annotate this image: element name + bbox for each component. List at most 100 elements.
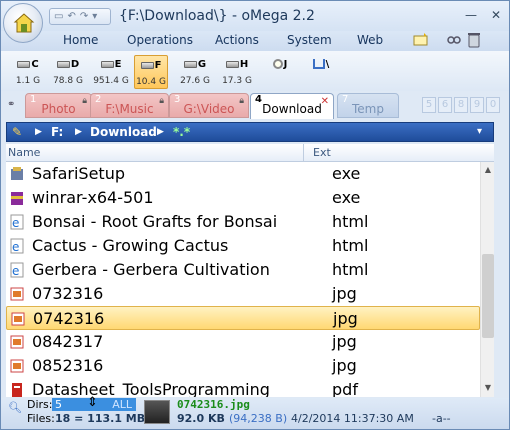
tab-temp[interactable]: 7 Temp <box>337 93 399 118</box>
path-drive[interactable]: F: <box>51 125 63 139</box>
selected-file-bytes: (94,238 B) <box>229 412 288 425</box>
dropdown-icon[interactable]: ▾ <box>92 11 97 22</box>
drive-h[interactable]: H 17.3 G <box>220 55 254 89</box>
chevron-down-icon[interactable]: ▾ <box>477 126 482 137</box>
drive-size: 78.8 G <box>53 76 83 86</box>
archive-icon <box>11 192 23 205</box>
drive-j[interactable]: J <box>263 55 297 89</box>
tab-photo[interactable]: 1 🔒︎ Photo <box>25 93 92 118</box>
edit-path-icon[interactable]: ✎ <box>12 125 22 139</box>
list-item[interactable]: 0732316 jpg <box>6 282 480 306</box>
select-all-label[interactable]: ALL <box>112 398 132 411</box>
image-icon <box>10 359 24 373</box>
scroll-down-icon[interactable]: ▼ <box>481 382 495 394</box>
drive-size: 27.6 G <box>180 76 210 86</box>
chevron-right-icon: ▶ <box>35 127 42 137</box>
menu-actions[interactable]: Actions <box>215 33 259 47</box>
network-icon <box>312 59 325 69</box>
tab-slot[interactable]: 5 <box>422 97 436 113</box>
tab-slot[interactable]: 0 <box>486 97 500 113</box>
hard-drive-icon <box>140 61 154 69</box>
list-item[interactable]: Datasheet_ToolsProgramming pdf <box>6 378 480 397</box>
list-item[interactable]: e Bonsai - Root Grafts for Bonsai html <box>6 210 480 234</box>
hard-drive-icon <box>17 60 31 68</box>
drive-c[interactable]: C 1.1 G <box>11 55 45 89</box>
file-name: Gerbera - Gerbera Cultivation <box>32 260 270 279</box>
installer-icon <box>11 167 23 180</box>
scroll-up-icon[interactable]: ▲ <box>481 164 495 176</box>
optical-drive-icon <box>272 59 283 69</box>
file-ext: jpg <box>332 332 357 351</box>
file-name: 0842317 <box>32 332 104 351</box>
search-icon[interactable]: 🔍︎ <box>8 401 22 414</box>
drive-g[interactable]: G 27.6 G <box>178 55 212 89</box>
column-ext[interactable]: Ext <box>313 146 331 159</box>
recycle-bin-icon[interactable] <box>467 31 481 49</box>
drive-size: 10.4 G <box>136 77 166 87</box>
list-item[interactable]: 0852316 jpg <box>6 354 480 378</box>
column-divider[interactable] <box>303 144 304 161</box>
hard-drive-icon <box>56 60 70 68</box>
pdf-icon <box>12 383 22 397</box>
svg-text:e: e <box>12 240 19 254</box>
menu-operations[interactable]: Operations <box>127 33 193 47</box>
list-item[interactable]: 0842317 jpg <box>6 330 480 354</box>
drive-letter: \ <box>325 58 330 70</box>
hard-drive-icon <box>183 60 197 68</box>
file-ext: jpg <box>332 284 357 303</box>
selected-file-size: 92.0 KB <box>177 412 225 425</box>
tab-slot[interactable]: 6 <box>438 97 452 113</box>
menu-web[interactable]: Web <box>357 33 383 47</box>
app-window: ▭ ↶ ↷ ▾ {F:\Download\} - oMega 2.2 — ✕ H… <box>0 0 510 430</box>
title-bar: ▭ ↶ ↷ ▾ {F:\Download\} - oMega 2.2 — ✕ <box>1 1 509 33</box>
link-icon[interactable]: ⚭ <box>7 99 15 110</box>
tab-video[interactable]: 3 🔒︎ G:\Video <box>169 93 249 118</box>
view-icon[interactable]: ▭ <box>54 11 63 22</box>
tab-download[interactable]: 4 ✕ Download <box>250 93 334 119</box>
close-button[interactable]: ✕ <box>488 7 504 23</box>
filter-mask[interactable]: *.* <box>173 125 190 139</box>
resize-cursor-icon: ⇕ <box>87 395 98 410</box>
quick-access-toolbar[interactable]: ▭ ↶ ↷ ▾ <box>49 8 111 25</box>
drive-network[interactable]: \ <box>304 55 338 89</box>
list-item[interactable]: winrar-x64-501 exe <box>6 186 480 210</box>
redo-icon[interactable]: ↷ <box>80 11 88 22</box>
image-icon <box>10 287 24 301</box>
list-item[interactable]: e Gerbera - Gerbera Cultivation html <box>6 258 480 282</box>
undo-icon[interactable]: ↶ <box>67 11 75 22</box>
tab-slot[interactable]: 8 <box>454 97 468 113</box>
connect-icon[interactable] <box>447 31 461 49</box>
column-name[interactable]: Name <box>8 146 40 159</box>
list-item-selected[interactable]: 0742316 jpg <box>6 306 480 330</box>
tab-music[interactable]: 2 🔒︎ F:\Music <box>90 93 169 118</box>
file-ext: jpg <box>333 309 358 328</box>
selected-file-name: 0742316.jpg <box>177 398 250 411</box>
html-icon: e <box>10 262 24 278</box>
minimize-button[interactable]: — <box>463 7 479 23</box>
list-item[interactable]: e Cactus - Growing Cactus html <box>6 234 480 258</box>
files-label: Files: <box>27 412 55 425</box>
list-item[interactable]: SafariSetup exe <box>6 162 480 186</box>
tab-label: Download <box>262 102 322 116</box>
selected-file-date: 4/2/2014 11:37:30 AM <box>291 412 414 425</box>
drive-d[interactable]: D 78.8 G <box>51 55 85 89</box>
path-bar[interactable]: ✎ ▶ F: ▶ Download ▶ *.* ▾ <box>6 122 494 142</box>
column-header: Name Ext <box>6 144 494 162</box>
new-folder-icon[interactable] <box>413 31 429 49</box>
tab-slot[interactable]: 9 <box>470 97 484 113</box>
drive-letter: F <box>154 59 162 71</box>
drive-e[interactable]: E 951.4 G <box>92 55 130 89</box>
drive-f[interactable]: F 10.4 G <box>134 55 168 89</box>
file-name: 0742316 <box>33 309 105 328</box>
scroll-thumb[interactable] <box>482 254 494 338</box>
vertical-scrollbar[interactable]: ▲ ▼ <box>480 162 494 397</box>
status-bar: 🔍︎ Dirs: 5 ALL ⇕ Files: 18 = 113.1 MB 07… <box>1 395 509 429</box>
path-folder[interactable]: Download <box>90 125 157 139</box>
thumbnail-image <box>144 400 170 424</box>
menu-system[interactable]: System <box>287 33 332 47</box>
drive-size: 951.4 G <box>93 76 129 86</box>
file-name: Cactus - Growing Cactus <box>32 236 229 255</box>
chevron-right-icon: ▶ <box>75 127 82 137</box>
app-menu-button[interactable] <box>3 3 43 43</box>
menu-home[interactable]: Home <box>63 33 98 47</box>
